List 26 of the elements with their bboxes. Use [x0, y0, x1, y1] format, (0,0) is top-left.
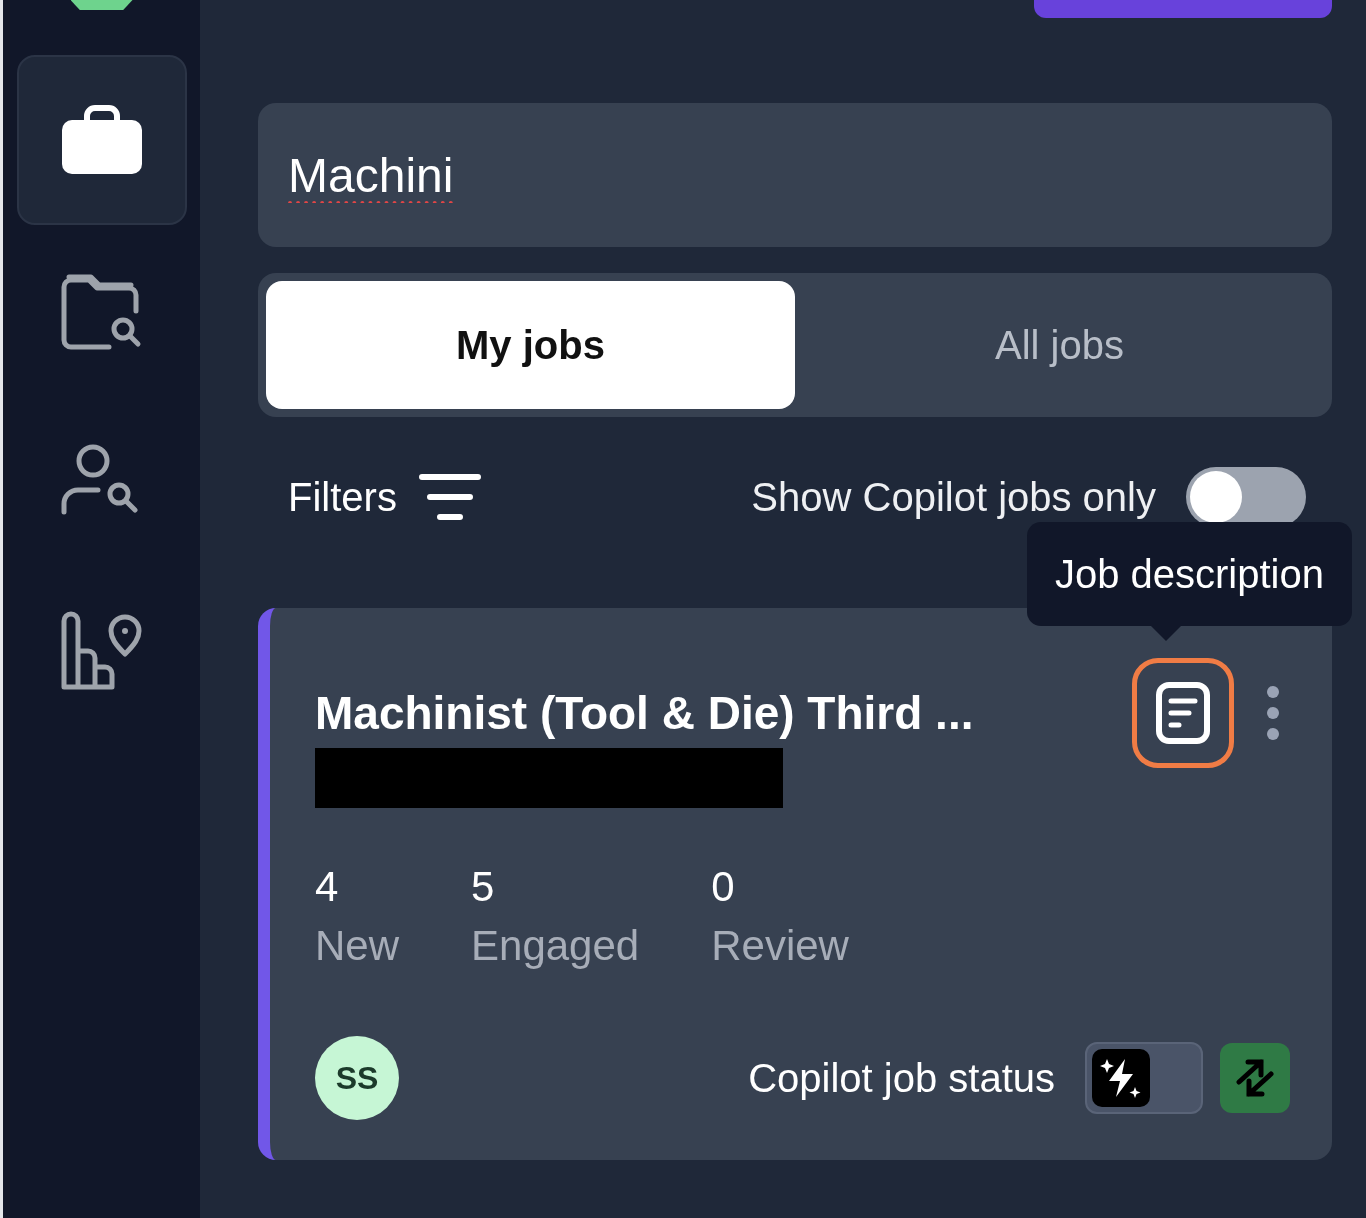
tooltip: Job description — [1026, 522, 1352, 626]
sidebar-item[interactable] — [16, 55, 187, 225]
arrows-icon — [1234, 1056, 1276, 1099]
stat-label: New — [315, 920, 400, 971]
job-title: Machinist (Tool & Die) Third ... — [315, 685, 974, 741]
stat-label: Review — [711, 920, 849, 971]
copilot-status-toggle[interactable] — [1085, 1041, 1203, 1114]
stat-count: 4 — [315, 862, 340, 912]
tooltip-arrow — [1150, 625, 1182, 641]
stat-label: Engaged — [471, 920, 640, 971]
stat-count: 0 — [711, 862, 736, 912]
more-icon — [1266, 685, 1280, 741]
tab[interactable]: All jobs — [795, 281, 1324, 409]
sync-button[interactable] — [1220, 1042, 1290, 1113]
filters-button[interactable]: Filters — [288, 473, 481, 520]
avatar: SS — [315, 1035, 399, 1120]
toggle-label: Show Copilot jobs only — [751, 474, 1156, 519]
document-icon — [1155, 681, 1211, 745]
briefcase-icon — [60, 104, 143, 176]
filter-icon — [418, 473, 481, 520]
search-field[interactable]: Machini — [258, 103, 1332, 247]
chart-location-icon — [60, 609, 143, 691]
stat-count: 5 — [471, 862, 496, 912]
tab[interactable]: My jobs — [266, 281, 795, 409]
description-button[interactable] — [1132, 658, 1234, 768]
status-label: Copilot job status — [748, 1054, 1055, 1102]
